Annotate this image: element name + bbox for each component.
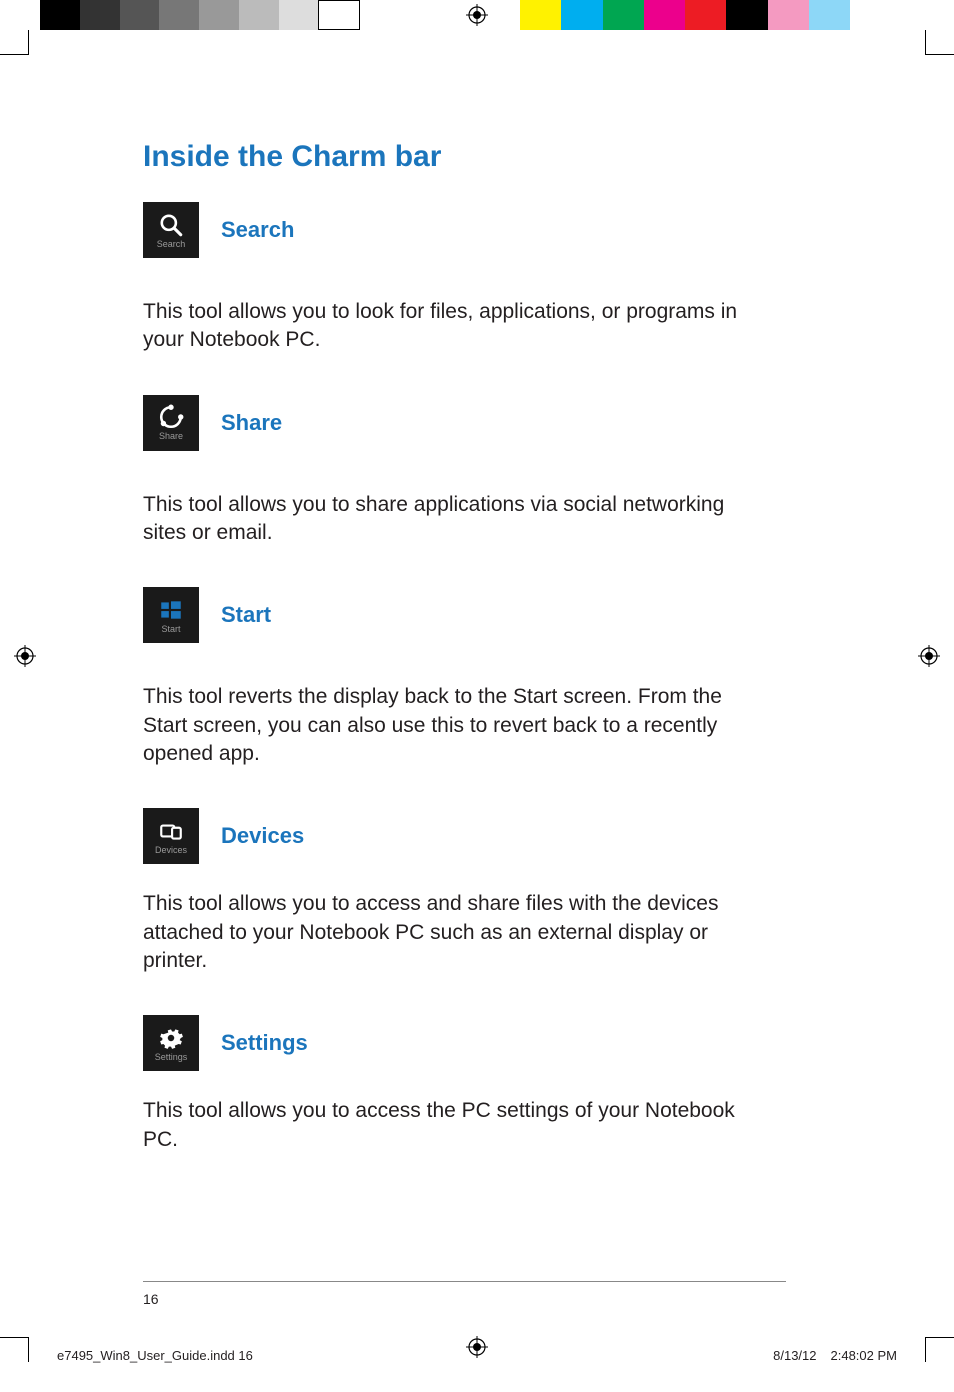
charm-search-block: Search Search This tool allows you to lo… <box>143 202 768 355</box>
swatch-pink <box>768 0 809 30</box>
charm-settings-head: Settings Settings <box>143 1015 768 1071</box>
page-number: 16 <box>143 1291 159 1307</box>
slug-filename: e7495_Win8_User_Guide.indd 16 <box>57 1348 253 1363</box>
crop-mark <box>925 30 926 55</box>
charm-share-block: Share Share This tool allows you to shar… <box>143 395 768 548</box>
charm-devices-tile-label: Devices <box>155 845 187 855</box>
charm-search-tile: Search <box>143 202 199 258</box>
share-icon <box>158 404 184 430</box>
charm-settings-tile-label: Settings <box>155 1052 188 1062</box>
registration-mark-icon <box>466 4 488 26</box>
swatch-yellow <box>520 0 561 30</box>
color-swatches <box>520 0 850 30</box>
swatch-magenta <box>644 0 685 30</box>
footer-rule <box>143 1281 786 1282</box>
charm-devices-desc: This tool allows you to access and share… <box>143 890 768 975</box>
swatch-red <box>685 0 726 30</box>
charm-devices-tile: Devices <box>143 808 199 864</box>
charm-settings-desc: This tool allows you to access the PC se… <box>143 1097 768 1154</box>
charm-start-tile: Start <box>143 587 199 643</box>
page-body: Inside the Charm bar Search Search This … <box>28 80 926 1337</box>
section-title: Inside the Charm bar <box>143 140 768 174</box>
content-column: Inside the Charm bar Search Search This … <box>143 140 768 1194</box>
charm-settings-tile: Settings <box>143 1015 199 1071</box>
charm-share-tile: Share <box>143 395 199 451</box>
charm-start-block: Start Start This tool reverts the displa… <box>143 587 768 768</box>
slug-time: 2:48:02 PM <box>831 1348 898 1363</box>
charm-search-title: Search <box>221 217 294 243</box>
print-slug: e7495_Win8_User_Guide.indd 16 8/13/12 2:… <box>57 1348 897 1363</box>
crop-mark <box>925 1337 926 1362</box>
crop-mark <box>0 1337 28 1338</box>
charm-share-desc: This tool allows you to share applicatio… <box>143 491 768 548</box>
swatch-gray <box>239 0 279 30</box>
crop-mark <box>926 54 954 55</box>
charm-share-tile-label: Share <box>159 431 183 441</box>
swatch-white <box>318 0 360 30</box>
swatch-black <box>726 0 767 30</box>
charm-search-tile-label: Search <box>157 239 186 249</box>
swatch-gray <box>80 0 120 30</box>
charm-settings-block: Settings Settings This tool allows you t… <box>143 1015 768 1154</box>
charm-settings-title: Settings <box>221 1030 308 1056</box>
charm-start-desc: This tool reverts the display back to th… <box>143 683 768 768</box>
swatch-gray <box>279 0 319 30</box>
gear-icon <box>158 1025 184 1051</box>
charm-start-title: Start <box>221 602 271 628</box>
devices-icon <box>158 818 184 844</box>
crop-mark <box>28 1337 29 1362</box>
charm-search-desc: This tool allows you to look for files, … <box>143 298 768 355</box>
swatch-gray <box>159 0 199 30</box>
charm-search-head: Search Search <box>143 202 768 258</box>
swatch-gray <box>199 0 239 30</box>
slug-date: 8/13/12 <box>773 1348 816 1363</box>
swatch-lightblue <box>809 0 850 30</box>
charm-share-title: Share <box>221 410 282 436</box>
crop-mark <box>926 1337 954 1338</box>
charm-devices-head: Devices Devices <box>143 808 768 864</box>
windows-start-icon <box>158 597 184 623</box>
swatch-cyan <box>561 0 602 30</box>
swatch-gray <box>120 0 160 30</box>
crop-mark <box>28 30 29 55</box>
charm-devices-title: Devices <box>221 823 304 849</box>
charm-devices-block: Devices Devices This tool allows you to … <box>143 808 768 975</box>
swatch-black <box>40 0 80 30</box>
charm-start-tile-label: Start <box>161 624 180 634</box>
charm-start-head: Start Start <box>143 587 768 643</box>
search-icon <box>158 212 184 238</box>
crop-mark <box>0 54 28 55</box>
grayscale-swatches <box>40 0 360 30</box>
charm-share-head: Share Share <box>143 395 768 451</box>
swatch-green <box>603 0 644 30</box>
